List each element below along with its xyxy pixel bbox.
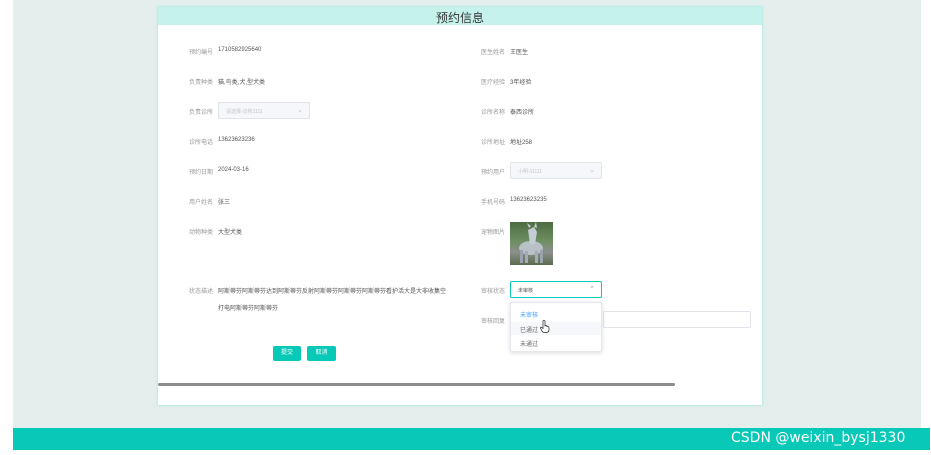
- appointment-date-value: 2024-03-16: [218, 167, 249, 173]
- clinic-phone-value: 13623623236: [218, 137, 255, 143]
- responsible-types-value: 猫,鸟类,犬,型犬类: [218, 80, 266, 86]
- user-name-value: 张三: [218, 200, 231, 206]
- responsible-clinic-label: 负责诊所: [189, 110, 214, 116]
- dialog-title: 预约信息: [435, 11, 484, 25]
- medical-experience-label: 医疗经验: [481, 80, 506, 86]
- dog-photo-icon: [519, 222, 543, 263]
- watermark: CSDN @weixin_bysj1330: [731, 430, 906, 446]
- dropdown-option-approved[interactable]: 已通过: [511, 322, 601, 335]
- appointment-date-label: 预约日期: [189, 170, 214, 176]
- clinic-address-label: 诊所地址: [481, 140, 506, 146]
- cancel-button[interactable]: 取消: [307, 346, 336, 361]
- symptom-line-1: 阿斯蒂芬阿斯蒂芬达到阿斯蒂芬反射阿斯蒂芬阿斯蒂芬阿斯蒂芬看护活大是大非收集空: [218, 289, 447, 295]
- clinic-name-label: 诊所名称: [481, 110, 506, 116]
- dropdown-option-label: 未审核: [520, 313, 539, 319]
- appointment-no-value: 1710582925640: [218, 47, 262, 53]
- symptom-label: 状态描述: [189, 289, 214, 295]
- responsible-clinic-placeholder: 请选择-诊所1111: [226, 109, 263, 115]
- chevron-down-icon: ⌄: [589, 167, 595, 174]
- hand-cursor-icon: [540, 320, 550, 333]
- responsible-types-label: 负责种类: [189, 80, 214, 86]
- dialog-header: 预约信息: [158, 7, 762, 25]
- dropdown-option-pending[interactable]: 未审核: [511, 307, 601, 320]
- appointment-no-label: 预约编号: [189, 50, 214, 56]
- submit-button[interactable]: 提交: [273, 346, 301, 361]
- chevron-down-icon: ⌄: [297, 107, 303, 114]
- mobile-value: 13623623235: [510, 197, 547, 203]
- appointment-dialog: 预约信息: [157, 6, 763, 406]
- booking-user-placeholder: 小明-11111: [518, 169, 543, 175]
- chevron-up-icon: ⌃: [589, 286, 595, 293]
- pet-photo-label: 宠物图片: [481, 230, 506, 236]
- pet-type-value: 大型犬类: [218, 230, 243, 236]
- review-status-value: 未审核: [518, 288, 534, 294]
- clinic-name-value: 泰西诊所: [510, 110, 535, 116]
- doctor-name-value: 王医生: [510, 50, 529, 56]
- booking-user-label: 预约用户: [481, 170, 506, 176]
- dropdown-option-rejected[interactable]: 未通过: [511, 336, 601, 349]
- pet-type-label: 动物种类: [189, 230, 214, 236]
- clinic-address-value: 地址258: [510, 140, 533, 146]
- clinic-phone-label: 诊所电话: [189, 140, 214, 146]
- responsible-clinic-select: 请选择-诊所1111 ⌄: [218, 102, 310, 119]
- dropdown-option-label: 未通过: [520, 342, 539, 348]
- mobile-label: 手机号码: [481, 200, 506, 206]
- user-name-label: 用户姓名: [189, 200, 214, 206]
- symptom-line-2: 打电阿斯蒂芬阿斯蒂芬: [218, 306, 279, 312]
- booking-user-select: 小明-11111 ⌄: [510, 162, 602, 179]
- doctor-name-label: 医生姓名: [481, 50, 506, 56]
- review-status-label: 审核状态: [481, 289, 506, 295]
- review-status-select[interactable]: 未审核 ⌃: [510, 281, 602, 298]
- review-status-dropdown: 未审核 已通过 未通过: [510, 302, 602, 352]
- review-remark-label: 审核回复: [481, 319, 506, 325]
- horizontal-scrollbar[interactable]: [158, 383, 675, 386]
- review-remark-input[interactable]: [603, 311, 751, 328]
- dropdown-option-label: 已通过: [520, 328, 539, 334]
- pet-photo[interactable]: [510, 222, 553, 265]
- medical-experience-value: 3年经验: [510, 80, 532, 86]
